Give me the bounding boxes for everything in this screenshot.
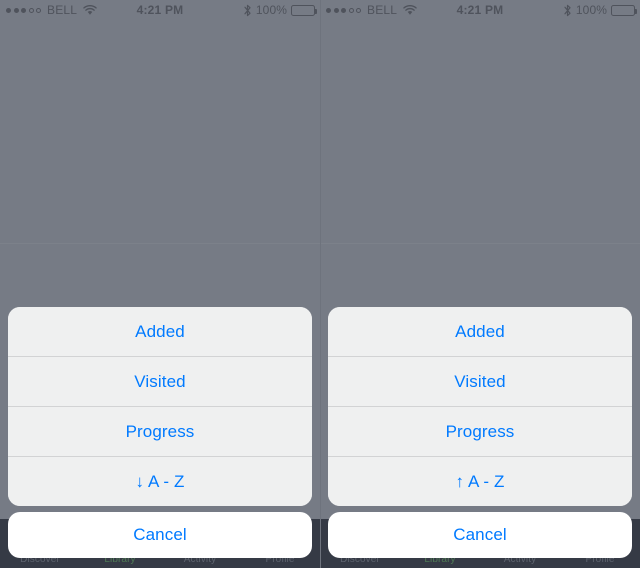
sheet-option-added-label: Added (135, 321, 185, 341)
cancel-button[interactable]: Cancel (328, 512, 632, 558)
battery-full-icon (611, 4, 637, 16)
bluetooth-icon (244, 4, 251, 16)
sheet-option-progress[interactable]: Progress (328, 406, 632, 456)
sheet-option-visited[interactable]: Visited (8, 356, 312, 406)
sheet-option-sort-az-label: ↓ A - Z (135, 471, 185, 491)
status-bar: BELL 4:21 PM 100% (320, 0, 640, 20)
cancel-button-label: Cancel (133, 525, 187, 544)
battery-full-icon (291, 4, 317, 16)
screenshot-stage: Discover Library Activity Profile BELL 4… (0, 0, 640, 568)
action-sheet: Added Visited Progress ↑ A - Z (328, 307, 632, 506)
status-bar-right: 100% (243, 0, 317, 20)
sheet-option-added-label: Added (455, 321, 505, 341)
sheet-option-sort-az[interactable]: ↓ A - Z (8, 456, 312, 506)
content-divider (0, 243, 320, 244)
status-bar: BELL 4:21 PM 100% (0, 0, 320, 20)
panel-descending: Discover Library Activity Profile BELL 4… (0, 0, 320, 568)
panel-ascending: Discover Library Activity Profile BELL 4… (320, 0, 640, 568)
action-sheet: Added Visited Progress ↓ A - Z (8, 307, 312, 506)
sheet-option-visited-label: Visited (454, 371, 506, 391)
bluetooth-icon (564, 4, 571, 16)
battery-percent-label: 100% (575, 3, 607, 17)
status-bar-right: 100% (563, 0, 637, 20)
sheet-option-visited-label: Visited (134, 371, 186, 391)
panel-divider (320, 0, 321, 568)
cancel-button[interactable]: Cancel (8, 512, 312, 558)
sheet-option-progress-label: Progress (445, 421, 515, 441)
cancel-button-label: Cancel (453, 525, 507, 544)
sheet-option-sort-az[interactable]: ↑ A - Z (328, 456, 632, 506)
sheet-option-progress-label: Progress (125, 421, 195, 441)
content-divider (320, 243, 640, 244)
sheet-option-sort-az-label: ↑ A - Z (455, 471, 505, 491)
sheet-option-visited[interactable]: Visited (328, 356, 632, 406)
battery-percent-label: 100% (255, 3, 287, 17)
sheet-option-added[interactable]: Added (8, 307, 312, 356)
sheet-option-progress[interactable]: Progress (8, 406, 312, 456)
sheet-option-added[interactable]: Added (328, 307, 632, 356)
